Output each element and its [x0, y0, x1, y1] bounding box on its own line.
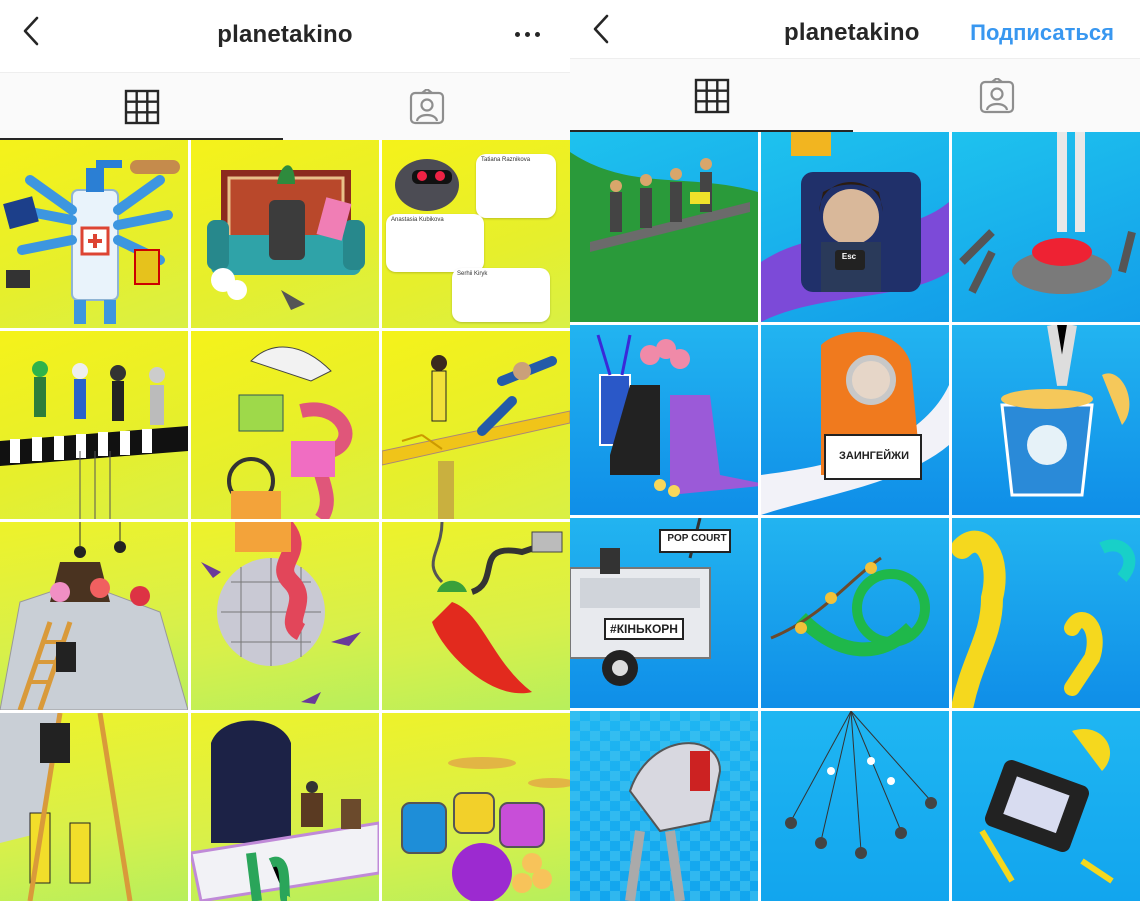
posts-grid: Tatiana Raznikova Anastasia Kubikova Ser… — [0, 140, 570, 913]
post-astronaut-sign[interactable]: ЗАИНГЕЙЖИ — [761, 325, 949, 515]
post-woman-esc-key[interactable]: Esc — [761, 132, 949, 322]
comment-bubble: Tatiana Raznikova — [476, 154, 556, 218]
post-vr-headset[interactable] — [952, 711, 1140, 901]
post-boots-soda[interactable] — [570, 325, 758, 515]
post-swing-ride[interactable] — [761, 711, 949, 901]
profile-username: planetakino — [217, 21, 353, 48]
post-crane-karate[interactable] — [382, 331, 570, 519]
post-birds-horn[interactable] — [761, 518, 949, 708]
post-pigeon-comments[interactable]: Tatiana Raznikova Anastasia Kubikova Ser… — [382, 140, 570, 328]
post-sofa-person[interactable] — [191, 140, 379, 328]
comment-bubble: Anastasia Kubikova — [386, 214, 484, 272]
profile-tabs — [0, 72, 570, 140]
grid-icon — [124, 89, 159, 124]
back-button[interactable] — [586, 12, 616, 46]
post-kinkorn-cart[interactable]: POP COURT #КІНЬКОРН — [570, 518, 758, 708]
tagged-person-icon — [979, 77, 1014, 113]
more-dots-icon — [514, 31, 540, 37]
tab-tagged[interactable] — [853, 59, 1140, 132]
back-chevron-icon — [593, 14, 609, 44]
post-crab-lips[interactable] — [952, 132, 1140, 322]
grid-icon — [694, 78, 729, 113]
pop-court-sign: POP COURT — [666, 532, 728, 550]
comment-author: Tatiana Raznikova — [481, 157, 531, 163]
profile-header: planetakino — [0, 0, 570, 72]
profile-tabs — [570, 58, 1140, 132]
profile-screen-left: planetakino Tatiana Raznikova Anastasia … — [0, 0, 570, 913]
post-workers-on-beam[interactable] — [570, 132, 758, 322]
post-horse-box-tentacle[interactable] — [191, 331, 379, 519]
post-sanitizer-figure[interactable] — [0, 140, 188, 328]
kinkorn-sign: #КІНЬКОРН — [604, 618, 684, 640]
post-mountain-ladder[interactable] — [0, 522, 188, 710]
post-drums-popcorn[interactable] — [382, 713, 570, 901]
follow-button[interactable]: Подписаться — [970, 20, 1114, 46]
posts-grid: Esc ЗАИНГЕЙЖИ POP COURT #КІНЬКОРН — [570, 132, 1140, 913]
profile-header: planetakino Подписаться — [570, 0, 1140, 58]
post-chili-hose[interactable] — [382, 522, 570, 710]
profile-screen-right: planetakino Подписаться Esc ЗАИНГЕЙЖИ PO… — [570, 0, 1140, 913]
tab-tagged[interactable] — [283, 73, 570, 140]
profile-username: planetakino — [784, 19, 920, 46]
post-cowboys-field[interactable] — [191, 713, 379, 901]
post-abbey-road-crossing[interactable] — [0, 331, 188, 519]
post-chips-cup[interactable] — [952, 325, 1140, 515]
esc-key-label: Esc — [837, 252, 861, 266]
tagged-person-icon — [409, 88, 444, 124]
more-options-button[interactable] — [512, 22, 542, 46]
post-yellow-socks[interactable] — [0, 713, 188, 901]
zaingeyzhi-sign: ЗАИНГЕЙЖИ — [831, 447, 917, 469]
comment-bubble: Serhii Kiryk — [452, 268, 550, 322]
comment-author: Anastasia Kubikova — [391, 217, 444, 223]
comment-author: Serhii Kiryk — [457, 271, 488, 277]
tab-grid[interactable] — [0, 73, 283, 140]
post-rubber-chickens[interactable] — [952, 518, 1140, 708]
tab-grid[interactable] — [570, 59, 853, 132]
post-disco-ball[interactable] — [191, 522, 379, 710]
post-robot-dog[interactable] — [570, 711, 758, 901]
